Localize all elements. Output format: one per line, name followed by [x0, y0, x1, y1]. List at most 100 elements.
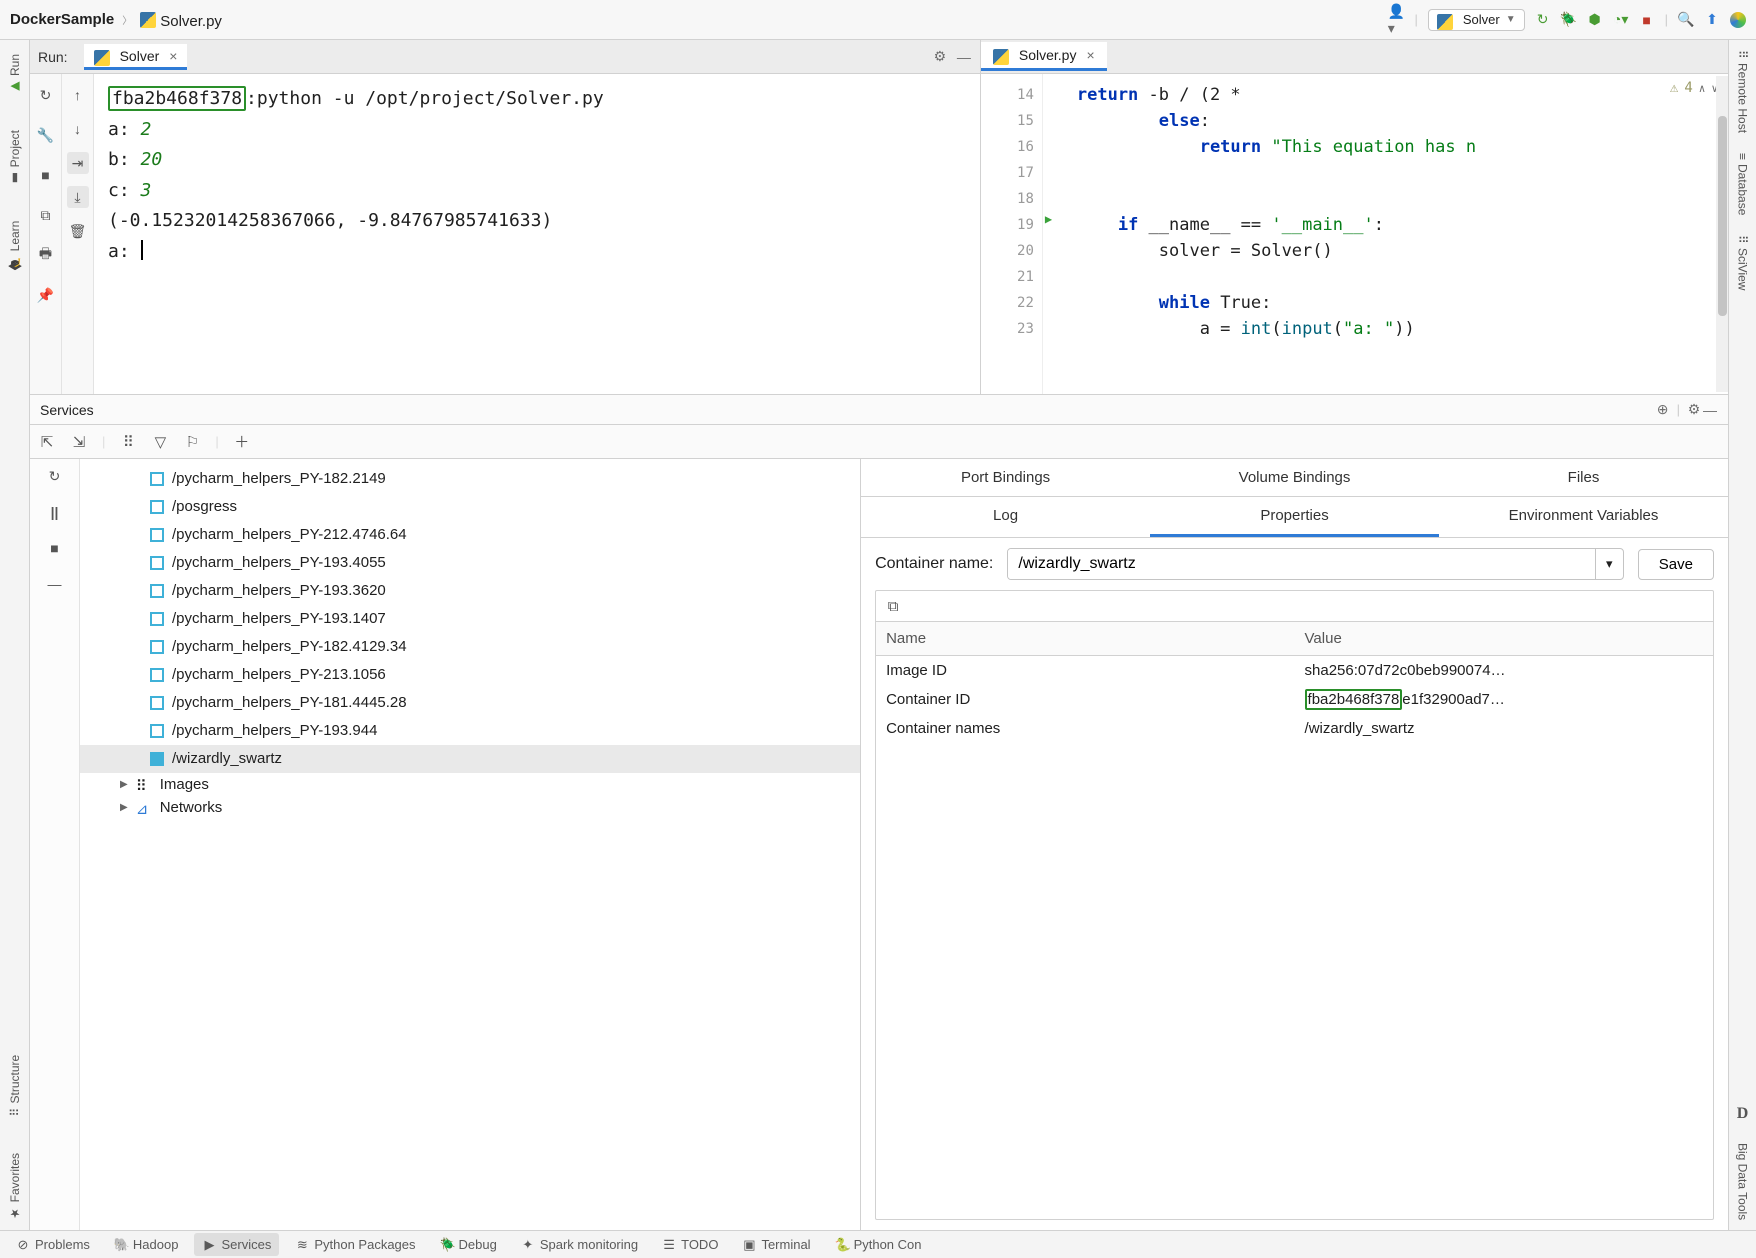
stop-button[interactable]: ■ — [44, 537, 66, 559]
breadcrumb[interactable]: DockerSample 〉 Solver.py — [10, 10, 222, 30]
console-output[interactable]: fba2b468f378:python -u /opt/project/Solv… — [94, 74, 980, 394]
soft-wrap-icon[interactable]: ⇥ — [67, 152, 89, 174]
search-icon[interactable]: 🔍 — [1678, 12, 1694, 28]
tree-item[interactable]: /pycharm_helpers_PY-181.4445.28 — [80, 689, 860, 717]
print-icon[interactable]: 🖶 — [35, 244, 57, 266]
update-icon[interactable]: ⬆ — [1704, 12, 1720, 28]
properties-table[interactable]: Name Value Image IDsha256:07d72c0beb9900… — [876, 621, 1713, 743]
bottom-todo[interactable]: ☰TODO — [654, 1233, 726, 1256]
tree-item[interactable]: /pycharm_helpers_PY-193.944 — [80, 717, 860, 745]
tree-item[interactable]: /pycharm_helpers_PY-193.1407 — [80, 605, 860, 633]
scroll-to-end-icon[interactable]: ⤓ — [67, 186, 89, 208]
tree-group-networks[interactable]: ▶⊿Networks — [80, 796, 860, 819]
table-row[interactable]: Container IDfba2b468f378e1f32900ad7… — [876, 685, 1713, 714]
bottom-hadoop[interactable]: 🐘Hadoop — [106, 1233, 187, 1256]
code-area[interactable]: return -b / (2 * else: return "This equa… — [1043, 74, 1728, 394]
services-tree[interactable]: /pycharm_helpers_PY-182.2149/posgress/py… — [80, 459, 861, 1230]
col-value[interactable]: Value — [1295, 622, 1713, 656]
run-coverage-icon[interactable]: ⬢ — [1587, 12, 1603, 28]
run-gutter-icon[interactable]: ▶ — [1045, 212, 1052, 226]
tree-item[interactable]: /pycharm_helpers_PY-182.4129.34 — [80, 633, 860, 661]
tree-item[interactable]: /wizardly_swartz — [80, 745, 860, 773]
profile-icon[interactable]: ◔▾ — [1613, 12, 1629, 28]
filter-icon[interactable]: ▽ — [151, 433, 169, 451]
tree-item[interactable]: /pycharm_helpers_PY-193.4055 — [80, 549, 860, 577]
bottom-problems[interactable]: ⊘Problems — [8, 1233, 98, 1256]
wrench-icon[interactable]: 🔧 — [35, 124, 57, 146]
chevron-up-icon[interactable]: ∧ — [1699, 82, 1706, 95]
breadcrumb-file[interactable]: Solver.py — [140, 10, 222, 30]
editor-body[interactable]: 14 15 16 17 18 19 20 21 22 23 ▶ return -… — [981, 74, 1728, 394]
bottom-terminal[interactable]: ▣Terminal — [734, 1233, 818, 1256]
tree-item[interactable]: /pycharm_helpers_PY-213.1056 — [80, 661, 860, 689]
tab-port-bindings[interactable]: Port Bindings — [861, 459, 1150, 496]
tree-item[interactable]: /pycharm_helpers_PY-193.3620 — [80, 577, 860, 605]
down-arrow-icon[interactable]: ↓ — [67, 118, 89, 140]
add-icon[interactable]: ＋ — [233, 433, 251, 451]
editor-scrollbar[interactable] — [1716, 76, 1728, 392]
gear-icon[interactable]: ⚙ — [1686, 402, 1702, 418]
expand-all-icon[interactable]: ⇱ — [38, 433, 56, 451]
up-arrow-icon[interactable]: ↑ — [67, 84, 89, 106]
tab-files[interactable]: Files — [1439, 459, 1728, 496]
close-icon[interactable]: × — [169, 48, 177, 64]
rail-database[interactable]: ≡Database — [1736, 153, 1750, 215]
debug-icon[interactable]: 🪲 — [1561, 12, 1577, 28]
run-configuration-selector[interactable]: Solver ▼ — [1428, 9, 1525, 31]
gear-icon[interactable]: ⚙ — [932, 49, 948, 65]
tree-item[interactable]: /pycharm_helpers_PY-182.2149 — [80, 465, 860, 493]
rail-structure[interactable]: ⠿Structure — [8, 1055, 22, 1116]
tree-item[interactable]: /posgress — [80, 493, 860, 521]
copy-icon[interactable]: ⧉ — [884, 597, 902, 615]
stop-icon[interactable]: ■ — [1639, 12, 1655, 28]
rail-favorites[interactable]: ★Favorites — [8, 1153, 22, 1220]
tree-group-images[interactable]: ▶⠿Images — [80, 773, 860, 796]
bottom-python-console[interactable]: 🐍Python Con — [827, 1233, 930, 1256]
trash-icon[interactable]: 🗑 — [67, 220, 89, 242]
rail-project[interactable]: ▮Project — [8, 130, 22, 185]
minimize-icon[interactable]: — — [1702, 402, 1718, 418]
chevron-down-icon[interactable]: ▾ — [1595, 549, 1623, 579]
editor-tab[interactable]: Solver.py × — [981, 42, 1107, 71]
bottom-debug[interactable]: 🪲Debug — [432, 1233, 505, 1256]
rerun-button[interactable]: ↻ — [44, 465, 66, 487]
close-icon[interactable]: × — [1086, 47, 1094, 63]
line-number-gutter[interactable]: 14 15 16 17 18 19 20 21 22 23 — [981, 74, 1043, 394]
rail-sciview[interactable]: ⠿SciView — [1736, 235, 1750, 290]
container-name-input[interactable]: ▾ — [1007, 548, 1623, 580]
bottom-services[interactable]: ▶Services — [194, 1233, 279, 1256]
table-row[interactable]: Container names/wizardly_swartz — [876, 714, 1713, 743]
bottom-python-packages[interactable]: ≋Python Packages — [287, 1233, 423, 1256]
flag-icon[interactable]: ⚐ — [183, 433, 201, 451]
rail-big-data-tools[interactable]: Big Data Tools — [1736, 1143, 1750, 1220]
ide-services-icon[interactable] — [1730, 12, 1746, 28]
tab-log[interactable]: Log — [861, 497, 1150, 537]
run-tab[interactable]: Solver × — [84, 44, 188, 70]
bottom-spark[interactable]: ✦Spark monitoring — [513, 1233, 646, 1256]
tab-volume-bindings[interactable]: Volume Bindings — [1150, 459, 1439, 496]
user-dropdown-icon[interactable]: 👤▾ — [1388, 12, 1404, 28]
minimize-icon[interactable]: — — [956, 49, 972, 65]
inspection-widget[interactable]: ⚠ 4 ∧ ∨ — [1670, 80, 1718, 96]
pause-icon[interactable]: || — [44, 501, 66, 523]
rerun-button[interactable]: ↻ — [35, 84, 57, 106]
rail-learn[interactable]: 🎓Learn — [8, 221, 22, 270]
tree-item[interactable]: /pycharm_helpers_PY-212.4746.64 — [80, 521, 860, 549]
minimize-icon[interactable]: — — [44, 573, 66, 595]
group-by-icon[interactable]: ⠿ — [119, 433, 137, 451]
layout-icon[interactable]: ⧉ — [35, 204, 57, 226]
collapse-all-icon[interactable]: ⇲ — [70, 433, 88, 451]
table-row[interactable]: Image IDsha256:07d72c0beb990074… — [876, 656, 1713, 686]
tab-env-vars[interactable]: Environment Variables — [1439, 497, 1728, 537]
breadcrumb-project[interactable]: DockerSample — [10, 11, 114, 28]
rail-d[interactable]: D — [1737, 1105, 1749, 1123]
container-name-field[interactable] — [1008, 549, 1594, 579]
col-name[interactable]: Name — [876, 622, 1294, 656]
stop-button[interactable]: ■ — [35, 164, 57, 186]
tab-properties[interactable]: Properties — [1150, 497, 1439, 537]
save-button[interactable]: Save — [1638, 549, 1714, 580]
pin-icon[interactable]: 📌 — [35, 284, 57, 306]
rerun-icon[interactable]: ↻ — [1535, 12, 1551, 28]
rail-run[interactable]: ▶Run — [8, 54, 22, 94]
rail-remote-host[interactable]: ⠿Remote Host — [1736, 50, 1750, 133]
